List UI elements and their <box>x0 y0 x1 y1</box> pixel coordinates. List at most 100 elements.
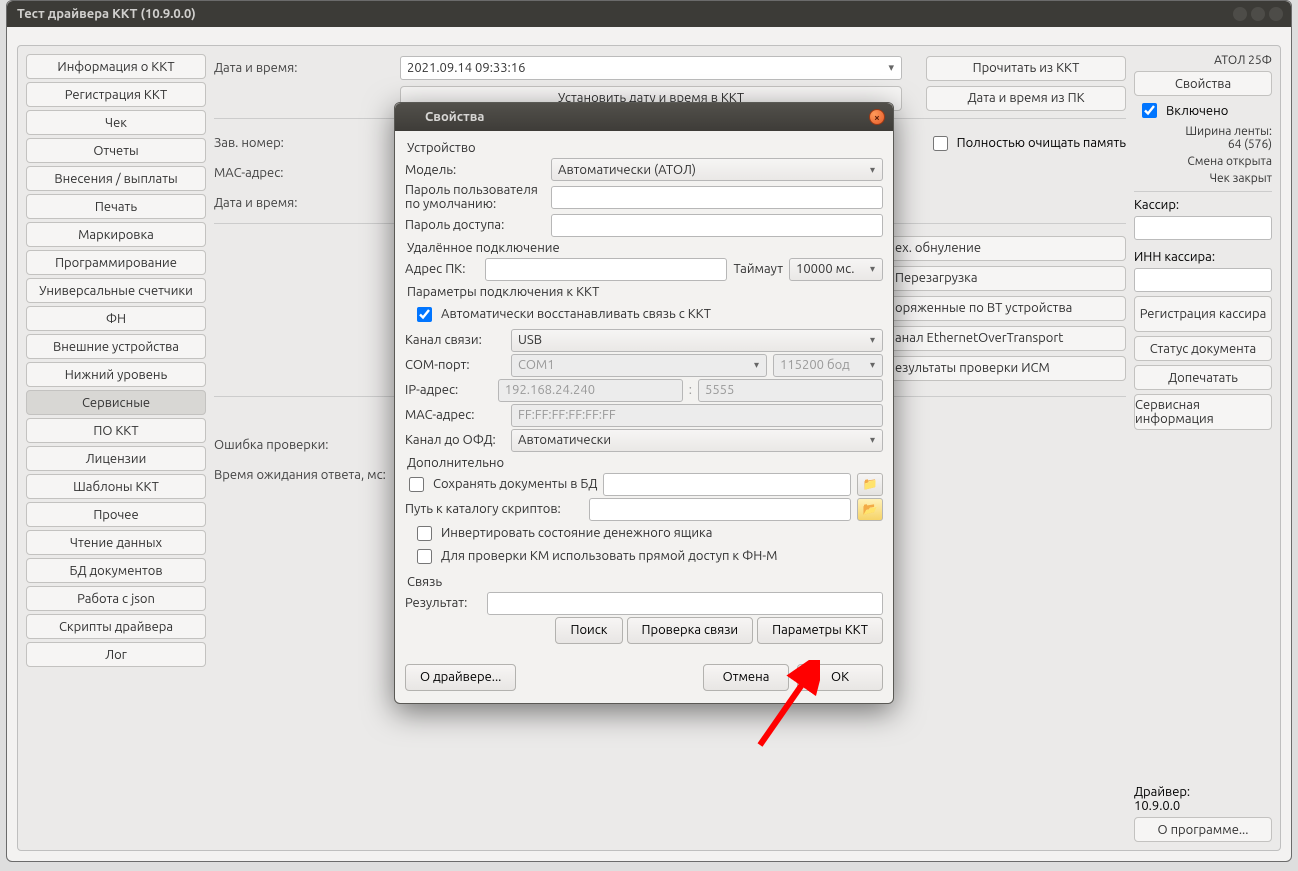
dt-from-pc-button[interactable]: Дата и время из ПК <box>926 86 1126 111</box>
model-label: Модель: <box>405 163 545 177</box>
port-input <box>698 379 883 402</box>
fn-mark-checkbox[interactable]: Для проверки КМ использовать прямой дост… <box>413 546 883 567</box>
sidebar-item-14[interactable]: Лицензии <box>26 446 206 471</box>
maximize-icon[interactable] <box>1251 7 1265 21</box>
pc-address-input[interactable] <box>485 258 727 281</box>
save-db-checkbox[interactable]: Сохранять документы в БД <box>405 474 597 495</box>
chevron-down-icon: ▾ <box>870 263 875 275</box>
sidebar-item-8[interactable]: Универсальные счетчики <box>26 278 206 303</box>
user-password-input[interactable] <box>551 186 883 209</box>
sidebar-item-0[interactable]: Информация о ККТ <box>26 54 206 79</box>
section-device: Устройство <box>407 141 883 155</box>
sidebar-item-18[interactable]: БД документов <box>26 558 206 583</box>
sidebar-item-2[interactable]: Чек <box>26 110 206 135</box>
cashier-label: Кассир: <box>1134 198 1272 212</box>
search-button[interactable]: Поиск <box>555 617 622 644</box>
section-conn: Параметры подключения к ККТ <box>407 285 883 299</box>
access-pwd-label: Пароль доступа: <box>405 218 545 232</box>
channel-label: Канал связи: <box>405 333 505 347</box>
datetime-label: Дата и время: <box>214 61 392 75</box>
sidebar-item-1[interactable]: Регистрация ККТ <box>26 82 206 107</box>
sidebar-item-6[interactable]: Маркировка <box>26 222 206 247</box>
right-panel: АТОЛ 25Ф Свойства Включено Ширина ленты:… <box>1134 54 1272 842</box>
sidebar-item-7[interactable]: Программирование <box>26 250 206 275</box>
read-from-kkt-button[interactable]: Прочитать из ККТ <box>926 56 1126 81</box>
db-path-input[interactable] <box>603 473 851 496</box>
service-info-button[interactable]: Сервисная информация <box>1134 394 1272 430</box>
properties-button[interactable]: Свойства <box>1134 71 1272 96</box>
sidebar-item-20[interactable]: Скрипты драйвера <box>26 614 206 639</box>
sidebar-item-16[interactable]: Прочее <box>26 502 206 527</box>
script-dir-input[interactable] <box>589 498 851 521</box>
main-action-2[interactable]: оряженные по BT устройства <box>886 296 1126 321</box>
result-label: Результат: <box>405 596 481 610</box>
folder-icon[interactable]: 📁 <box>857 473 883 496</box>
error-check-label: Ошибка проверки: <box>214 438 329 452</box>
folder-open-icon[interactable]: 📂 <box>857 498 883 521</box>
main-action-4[interactable]: езультаты проверки ИСМ <box>886 356 1126 381</box>
dialog-title: Свойства <box>425 110 484 124</box>
doc-status-button[interactable]: Статус документа <box>1134 336 1272 361</box>
tape-width: Ширина ленты: 64 (576) <box>1134 125 1272 151</box>
sidebar-item-21[interactable]: Лог <box>26 642 206 667</box>
minimize-icon[interactable] <box>1233 7 1247 21</box>
about-program-button[interactable]: О программе... <box>1134 817 1272 842</box>
datetime-input[interactable] <box>400 56 902 80</box>
enabled-checkbox[interactable]: Включено <box>1138 100 1272 121</box>
user-pwd-label: Пароль пользователя по умолчанию: <box>405 183 545 212</box>
channel-select[interactable]: USB▾ <box>511 329 883 352</box>
result-input[interactable] <box>487 592 883 615</box>
about-driver-button[interactable]: О драйвере... <box>405 664 516 691</box>
ok-button[interactable]: ОК <box>797 664 883 691</box>
sidebar-item-10[interactable]: Внешние устройства <box>26 334 206 359</box>
chevron-down-icon: ▾ <box>754 359 759 371</box>
close-icon[interactable]: × <box>869 109 885 125</box>
invert-drawer-checkbox[interactable]: Инвертировать состояние денежного ящика <box>413 523 883 544</box>
kkt-params-button[interactable]: Параметры ККТ <box>757 617 883 644</box>
model-select[interactable]: Автоматически (АТОЛ)▾ <box>551 158 883 181</box>
access-password-input[interactable] <box>551 214 883 237</box>
shift-status: Смена открыта <box>1134 155 1272 168</box>
sidebar-item-13[interactable]: ПО ККТ <box>26 418 206 443</box>
driver-version: Драйвер: 10.9.0.0 <box>1134 785 1272 813</box>
sidebar-item-4[interactable]: Внесения / выплаты <box>26 166 206 191</box>
main-action-0[interactable]: ех. обнуление <box>886 236 1126 261</box>
com-port-select: COM1▾ <box>511 354 767 377</box>
ip-input <box>498 379 683 402</box>
sidebar-item-17[interactable]: Чтение данных <box>26 530 206 555</box>
check-connection-button[interactable]: Проверка связи <box>627 617 754 644</box>
ofd-label: Канал до ОФД: <box>405 433 505 447</box>
ofd-channel-select[interactable]: Автоматически▾ <box>511 429 883 452</box>
baud-select: 115200 бод▾ <box>773 354 883 377</box>
section-extra: Дополнительно <box>407 456 883 470</box>
mac-label: MAC-адрес: <box>214 166 392 180</box>
chevron-down-icon: ▾ <box>870 359 875 371</box>
chevron-down-icon: ▾ <box>870 164 875 176</box>
sidebar-item-12[interactable]: Сервисные <box>26 390 206 415</box>
sidebar-item-19[interactable]: Работа с json <box>26 586 206 611</box>
dialog-titlebar[interactable]: Свойства × <box>395 103 893 131</box>
ip-label: IP-адрес: <box>405 383 492 397</box>
section-remote: Удалённое подключение <box>407 241 883 255</box>
clear-memory-checkbox[interactable]: Полностью очищать память <box>929 133 1126 154</box>
main-action-3[interactable]: анал EthernetOverTransport <box>886 326 1126 351</box>
sidebar-item-15[interactable]: Шаблоны ККТ <box>26 474 206 499</box>
cancel-button[interactable]: Отмена <box>703 664 789 691</box>
chevron-down-icon: ▾ <box>870 434 875 446</box>
mac-input <box>511 404 883 427</box>
close-window-icon[interactable] <box>1269 7 1283 21</box>
sidebar-item-3[interactable]: Отчеты <box>26 138 206 163</box>
device-model: АТОЛ 25Ф <box>1134 54 1272 67</box>
timeout-label: Таймаут <box>733 262 783 276</box>
sidebar-item-9[interactable]: ФН <box>26 306 206 331</box>
reprint-button[interactable]: Допечатать <box>1134 365 1272 390</box>
main-action-1[interactable]: Перезагрузка <box>886 266 1126 291</box>
sidebar: Информация о ККТ Регистрация ККТ Чек Отчеты… <box>26 54 206 842</box>
timeout-select[interactable]: 10000 мс.▾ <box>789 258 883 281</box>
sidebar-item-5[interactable]: Печать <box>26 194 206 219</box>
auto-reconnect-checkbox[interactable]: Автоматически восстанавливать связь с КК… <box>413 304 711 325</box>
register-cashier-button[interactable]: Регистрация кассира <box>1134 296 1272 332</box>
sidebar-item-11[interactable]: Нижний уровень <box>26 362 206 387</box>
cashier-input[interactable] <box>1134 216 1272 240</box>
cashier-inn-input[interactable] <box>1134 268 1272 292</box>
